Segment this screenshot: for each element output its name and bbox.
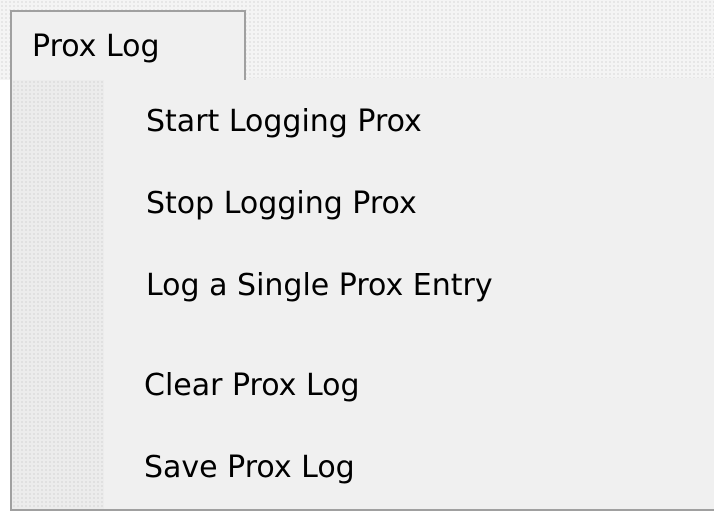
menu-item-label: Log a Single Prox Entry <box>146 268 493 303</box>
menu-item-label: Stop Logging Prox <box>146 186 417 221</box>
menu-item-stop-logging-prox[interactable]: Stop Logging Prox <box>108 172 708 242</box>
menu-item-log-single-prox-entry[interactable]: Log a Single Prox Entry <box>108 254 708 324</box>
menu-icon-gutter <box>12 80 104 509</box>
menu-item-start-logging-prox[interactable]: Start Logging Prox <box>108 90 708 160</box>
menu-item-label: Save Prox Log <box>144 450 355 485</box>
menu-prox-log[interactable]: Prox Log <box>10 10 246 80</box>
menu-item-save-prox-log[interactable]: Save Prox Log <box>106 436 706 506</box>
menu-prox-log-label: Prox Log <box>32 29 160 64</box>
menu-item-label: Clear Prox Log <box>144 368 360 403</box>
menu-item-label: Start Logging Prox <box>146 104 422 139</box>
menu-item-clear-prox-log[interactable]: Clear Prox Log <box>106 354 706 424</box>
